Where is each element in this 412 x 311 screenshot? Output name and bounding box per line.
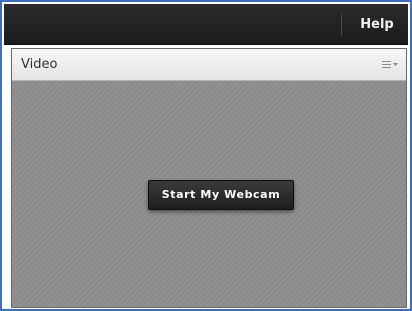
menu-bar: Help xyxy=(4,4,408,45)
start-webcam-button[interactable]: Start My Webcam xyxy=(148,180,294,210)
pod-title: Video xyxy=(21,57,58,72)
menu-divider xyxy=(341,14,342,36)
video-pod: Video Start My Webcam xyxy=(11,48,407,308)
menu-lines-icon xyxy=(382,61,398,68)
app-window: Help Video Start My Webcam xyxy=(0,0,412,311)
help-menu[interactable]: Help xyxy=(351,12,403,38)
video-area: Start My Webcam xyxy=(12,81,406,307)
pod-options-menu[interactable] xyxy=(380,55,400,73)
pod-header: Video xyxy=(12,49,406,81)
